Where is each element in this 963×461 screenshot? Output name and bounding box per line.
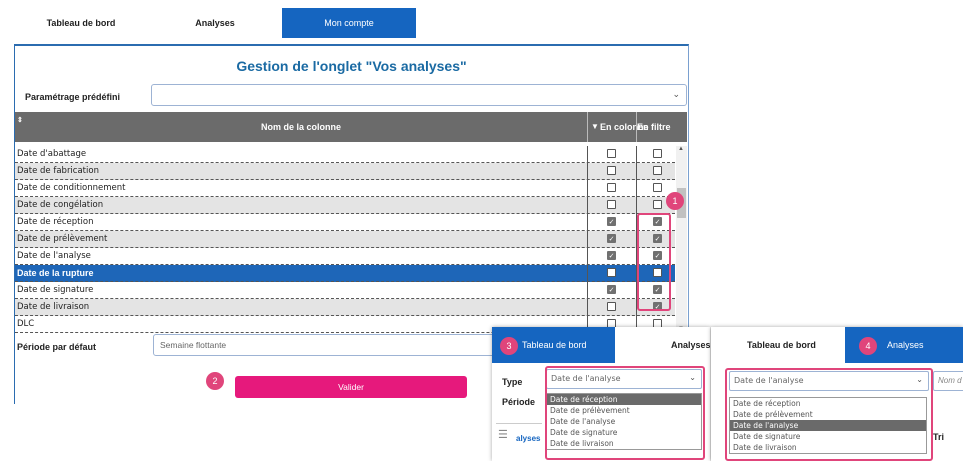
name-input[interactable]: Nom d [933,371,963,391]
highlight-type-select [725,368,933,461]
period-label: Période par défaut [17,342,97,352]
in-column-checkbox[interactable] [607,268,616,277]
period-input[interactable]: Semaine flottante [153,334,513,356]
callout-badge: 2 [206,372,224,390]
in-column-checkbox[interactable] [607,200,616,209]
cell-divider [636,197,637,214]
column-name-cell: Date de la rupture [17,268,94,278]
in-column-checkbox[interactable]: ✓ [607,251,616,260]
cell-divider [587,248,588,265]
column-header-name[interactable]: Nom de la colonne [15,122,587,132]
page-title: Gestion de l'onglet "Vos analyses" [236,58,467,74]
column-name-cell: Date de livraison [17,302,90,312]
preset-select[interactable]: ⌄ [151,84,687,106]
table-row[interactable]: Date de livraison ✓ [15,299,675,316]
column-name-cell: Date de signature [17,285,94,295]
tri-label: Tri [933,432,945,442]
cell-divider [587,265,588,282]
type-label: Type [502,377,523,387]
column-name-cell: DLC [17,319,35,329]
tab-label: Analyses [887,340,924,350]
in-filter-checkbox[interactable] [653,183,662,192]
callout-badge: 1 [666,192,684,210]
in-column-checkbox[interactable] [607,149,616,158]
column-name-cell: Date de conditionnement [17,183,126,193]
tab-label: Tableau de bord [747,340,816,350]
cell-divider [587,146,588,163]
table-row[interactable]: Date de la rupture [15,265,675,282]
highlight-filter-checkboxes [637,213,671,311]
highlight-type-select [545,366,705,460]
menu-label: alyses [516,434,541,443]
analyses-menu[interactable]: ☰ alyses [496,423,542,453]
column-name-cell: Date de réception [17,217,94,227]
tab-analyses[interactable]: Analyses [148,8,282,38]
in-column-checkbox[interactable]: ✓ [607,234,616,243]
table-row[interactable]: Date de réception ✓ ✓ [15,214,675,231]
cell-divider [636,146,637,163]
columns-table-body: Date d'abattage Date de fabrication Date d… [15,146,675,333]
column-name-cell: Date de fabrication [17,166,99,176]
column-name-cell: Date de l'analyse [17,251,91,261]
in-column-checkbox[interactable]: ✓ [607,285,616,294]
table-row[interactable]: Date de signature ✓ ✓ [15,282,675,299]
cell-divider [587,231,588,248]
tab-mon-compte[interactable]: Mon compte [282,8,416,38]
column-name-cell: Date d'abattage [17,149,87,159]
table-scrollbar[interactable]: ▲ ▼ [676,146,687,332]
cell-divider [636,163,637,180]
tab-tableau-de-bord[interactable]: Tableau de bord [14,8,148,38]
in-filter-checkbox[interactable] [653,149,662,158]
in-column-checkbox[interactable] [607,183,616,192]
table-row[interactable]: Date d'abattage [15,146,675,163]
column-name-cell: Date de congélation [17,200,104,210]
column-header-in-filter: En filtre [637,122,671,132]
table-row[interactable]: Date de congélation [15,197,675,214]
table-row[interactable]: Date de conditionnement [15,180,675,197]
main-tabs: Tableau de bord Analyses Mon compte [14,8,416,38]
callout-badge: 3 [500,337,518,355]
tab-label: Analyses [671,340,710,350]
tab-tableau-de-bord[interactable]: Tableau de bord [711,327,845,363]
filter-icon[interactable]: ▼ [591,122,599,131]
in-column-checkbox[interactable] [607,302,616,311]
cell-divider [587,197,588,214]
cell-divider [587,282,588,299]
callout-badge: 4 [859,337,877,355]
menu-icon[interactable]: ☰ [498,428,508,441]
cell-divider [636,180,637,197]
scroll-up-icon[interactable]: ▲ [678,146,684,152]
cell-divider [587,163,588,180]
tab-analyses[interactable]: Analyses [615,327,710,363]
in-column-checkbox[interactable] [607,166,616,175]
preset-label: Paramétrage prédéfini [25,92,121,102]
in-filter-checkbox[interactable] [653,166,662,175]
chevron-down-icon: ⌄ [672,89,680,99]
cell-divider [587,180,588,197]
tab-label: Tableau de bord [522,340,587,350]
table-row[interactable]: Date de fabrication [15,163,675,180]
header-divider [587,112,588,142]
in-column-checkbox[interactable]: ✓ [607,217,616,226]
period-label: Période [502,397,536,407]
valider-button[interactable]: Valider [235,376,467,398]
table-row[interactable]: Date de l'analyse ✓ ✓ [15,248,675,265]
table-header: ⇕ Nom de la colonne ▼ En colonne En filt… [15,112,687,142]
table-row[interactable]: Date de prélèvement ✓ ✓ [15,231,675,248]
cell-divider [587,299,588,316]
in-filter-checkbox[interactable] [653,200,662,209]
cell-divider [587,214,588,231]
column-name-cell: Date de prélèvement [17,234,108,244]
